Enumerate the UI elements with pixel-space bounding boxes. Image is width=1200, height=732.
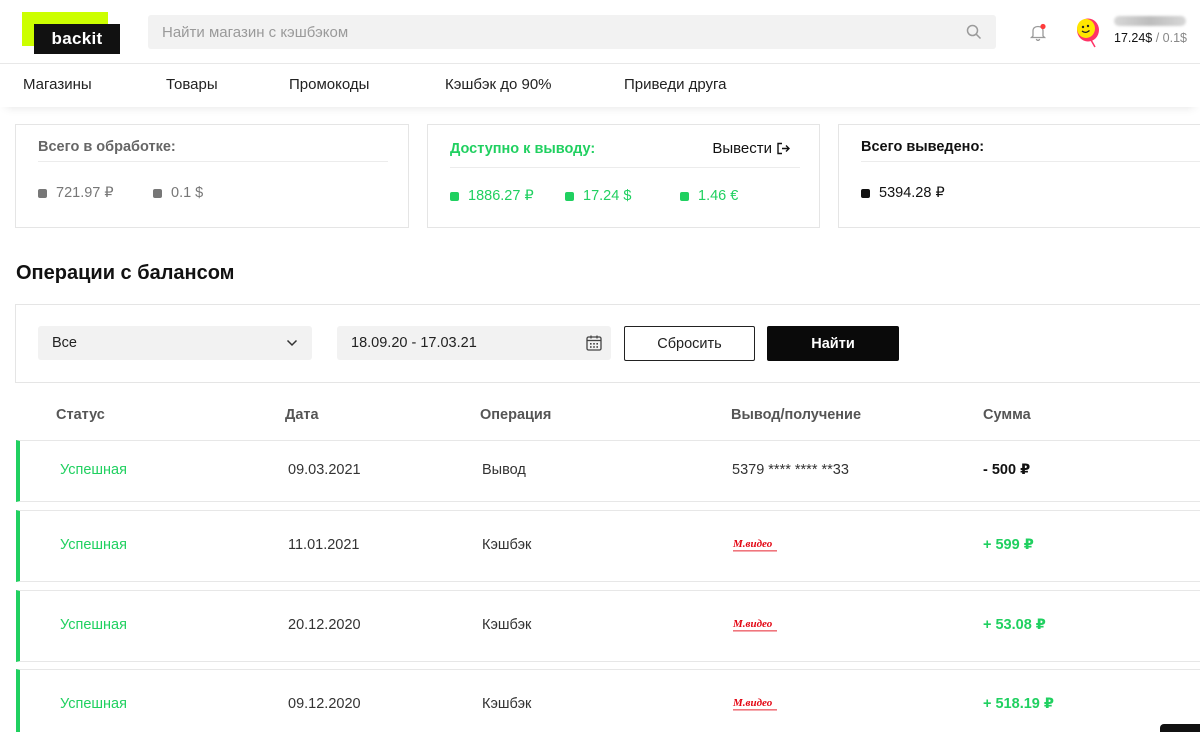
user-name-blurred: [1114, 16, 1186, 26]
date-range-field[interactable]: 18.09.20 - 17.03.21: [337, 326, 611, 360]
balance-main: 17.24$: [1114, 31, 1153, 45]
value-text: 721.97 ₽: [56, 185, 114, 201]
mvideo-logo-text: М.видео: [732, 697, 773, 709]
value-text: 0.1 $: [171, 185, 204, 201]
search-icon[interactable]: [966, 24, 982, 40]
header-balance[interactable]: 17.24$ / 0.1$: [1114, 31, 1187, 45]
nav-item-promocodes[interactable]: Промокоды: [289, 76, 369, 93]
chevron-down-icon: [286, 339, 298, 347]
withdraw-button[interactable]: Вывести: [712, 140, 791, 157]
card-processing-title: Всего в обработке:: [38, 139, 176, 155]
marker-square: [861, 188, 870, 198]
table-row[interactable]: Успешная 20.12.2020 Кэшбэк М.видео + 53.…: [16, 590, 1200, 662]
value-text: 1886.27 ₽: [468, 188, 534, 204]
row-operation: Вывод: [482, 462, 526, 478]
row-amount: + 53.08 ₽: [983, 617, 1046, 633]
row-operation: Кэшбэк: [482, 617, 532, 633]
balance-sub: 0.1$: [1162, 31, 1187, 45]
search-input[interactable]: [148, 15, 958, 49]
mvideo-logo: М.видео: [732, 697, 777, 711]
date-range-value: 18.09.20 - 17.03.21: [351, 335, 477, 351]
main-nav: Магазины Товары Промокоды Кэшбэк до 90% …: [0, 65, 1200, 107]
row-date: 09.03.2021: [288, 462, 361, 478]
available-value-eur: 1.46 €: [680, 188, 738, 204]
divider: [38, 161, 388, 162]
nav-item-cashback[interactable]: Кэшбэк до 90%: [445, 76, 552, 93]
value-text: 17.24 $: [583, 188, 632, 204]
withdrawn-value-rub: 5394.28 ₽: [861, 185, 945, 201]
column-header-status: Статус: [56, 407, 105, 423]
logo[interactable]: backit: [22, 12, 122, 54]
column-header-amount: Сумма: [983, 407, 1031, 423]
marker-square: [153, 188, 162, 198]
marker-square: [38, 188, 47, 198]
column-header-operation: Операция: [480, 407, 552, 423]
available-value-rub: 1886.27 ₽: [450, 188, 534, 204]
column-header-target: Вывод/получение: [731, 407, 862, 423]
card-processing: Всего в обработке: 721.97 ₽ 0.1 $: [15, 124, 409, 228]
mvideo-logo: М.видео: [732, 618, 777, 632]
row-amount: + 518.19 ₽: [983, 696, 1054, 712]
divider: [450, 167, 800, 168]
card-withdrawn-title: Всего выведено:: [861, 139, 985, 155]
row-operation: Кэшбэк: [482, 696, 532, 712]
table-row[interactable]: Успешная 11.01.2021 Кэшбэк М.видео + 599…: [16, 510, 1200, 582]
corner-widget[interactable]: [1160, 724, 1200, 732]
operations-title: Операции с балансом: [16, 262, 235, 284]
value-text: 5394.28 ₽: [879, 185, 945, 201]
withdraw-arrow-icon: [777, 142, 790, 155]
withdraw-label: Вывести: [712, 140, 772, 157]
header: backit 17.24$ / 0.1$: [0, 0, 1200, 64]
calendar-icon[interactable]: [585, 334, 603, 352]
mvideo-logo: М.видео: [732, 538, 777, 552]
mvideo-logo-text: М.видео: [732, 618, 773, 630]
row-amount: + 599 ₽: [983, 537, 1034, 553]
row-date: 20.12.2020: [288, 617, 361, 633]
balance-separator: /: [1152, 31, 1163, 45]
row-status: Успешная: [60, 617, 127, 633]
value-text: 1.46 €: [698, 188, 739, 204]
reset-button[interactable]: Сбросить: [624, 326, 755, 361]
nav-item-products[interactable]: Товары: [166, 76, 218, 93]
card-available: Доступно к выводу: Вывести 1886.27 ₽ 17.…: [427, 124, 820, 228]
card-withdrawn: Всего выведено: 5394.28 ₽: [838, 124, 1200, 228]
processing-value-usd: 0.1 $: [153, 185, 203, 201]
row-status: Успешная: [60, 462, 127, 478]
bell-icon[interactable]: [1028, 22, 1048, 42]
row-card-number: 5379 **** **** **33: [732, 462, 849, 478]
find-button[interactable]: Найти: [767, 326, 899, 361]
logo-text: backit: [34, 24, 120, 54]
row-amount: - 500 ₽: [983, 462, 1031, 478]
table-row[interactable]: Успешная 09.03.2021 Вывод 5379 **** ****…: [16, 440, 1200, 502]
row-date: 11.01.2021: [288, 537, 360, 553]
nav-item-invite-friend[interactable]: Приведи друга: [624, 76, 727, 93]
mvideo-logo-text: М.видео: [732, 538, 773, 550]
processing-value-rub: 721.97 ₽: [38, 185, 114, 201]
table-row[interactable]: Успешная 09.12.2020 Кэшбэк М.видео + 518…: [16, 669, 1200, 732]
row-status: Успешная: [60, 696, 127, 712]
row-status: Успешная: [60, 537, 127, 553]
available-value-usd: 17.24 $: [565, 188, 631, 204]
marker-square: [680, 191, 689, 201]
avatar-balloon-icon[interactable]: [1074, 16, 1106, 50]
marker-square: [565, 191, 574, 201]
column-header-date: Дата: [285, 407, 319, 423]
row-operation: Кэшбэк: [482, 537, 532, 553]
divider: [861, 161, 1200, 162]
search-bar: [148, 15, 996, 49]
marker-square: [450, 191, 459, 201]
select-value: Все: [52, 335, 77, 351]
row-date: 09.12.2020: [288, 696, 361, 712]
card-available-title: Доступно к выводу:: [450, 141, 596, 157]
nav-item-stores[interactable]: Магазины: [23, 76, 92, 93]
operation-type-select[interactable]: Все: [38, 326, 312, 360]
